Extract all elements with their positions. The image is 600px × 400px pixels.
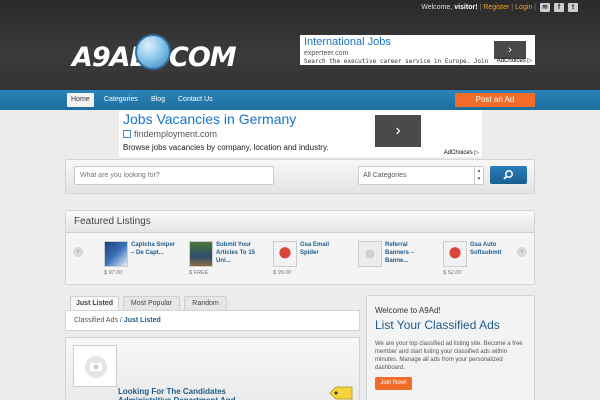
welcome-prefix: Welcome,: [421, 4, 453, 11]
search-icon: [503, 170, 513, 180]
listing-thumbnail[interactable]: [104, 241, 128, 267]
ad-title[interactable]: Jobs Vacancies in Germany: [123, 111, 296, 127]
nav-contact-us[interactable]: Contact Us: [174, 93, 217, 107]
middle-ad-banner[interactable]: Jobs Vacancies in Germany findemployment…: [119, 110, 482, 157]
listing-thumbnail[interactable]: [443, 241, 467, 267]
carousel-prev-icon[interactable]: ‹: [73, 247, 83, 257]
twitter-icon[interactable]: t: [568, 3, 578, 12]
featured-item[interactable]: Gsa Email Spider $ 99.00: [269, 241, 349, 286]
listing-title[interactable]: Looking For The Candidates Administritiv…: [118, 387, 278, 400]
listing-thumbnail[interactable]: [73, 345, 117, 387]
ad-arrow-button[interactable]: ›: [375, 115, 421, 147]
welcome-title: Welcome to A9Ad!: [375, 306, 441, 315]
welcome-description: We are your top classified ad listing si…: [375, 341, 523, 371]
welcome-box: Welcome to A9Ad! List Your Classified Ad…: [366, 295, 535, 400]
featured-item[interactable]: Captcha Sniper – De Capt... $ 97.00: [100, 241, 180, 286]
featured-listings: Featured Listings ‹ › Captcha Sniper – D…: [65, 210, 535, 285]
nav-categories[interactable]: Categories: [100, 93, 142, 107]
tab-just-listed[interactable]: Just Listed: [70, 296, 119, 310]
post-ad-button[interactable]: Post an Ad: [455, 93, 535, 107]
listing-thumbnail[interactable]: [358, 241, 382, 267]
listing-price: $ 52.00: [443, 270, 462, 276]
rss-icon[interactable]: ≋: [540, 3, 550, 12]
listing-title[interactable]: Submit Your Articles To 15 Uni...: [216, 241, 264, 265]
featured-item[interactable]: Gsa Auto Softsubmit $ 52.00: [439, 241, 519, 286]
listing-price: $ FREE: [189, 270, 209, 276]
welcome-bar: Welcome, visitor! | Register | Login |: [421, 4, 536, 11]
listing-title[interactable]: Referral Banners – Banne...: [385, 241, 433, 265]
featured-header: Featured Listings: [66, 211, 534, 233]
featured-heading: Featured Listings: [74, 216, 151, 227]
listing-title[interactable]: Captcha Sniper – De Capt...: [131, 241, 179, 257]
listing-title[interactable]: Gsa Auto Softsubmit: [470, 241, 518, 257]
featured-item[interactable]: Submit Your Articles To 15 Uni... $ FREE: [185, 241, 265, 286]
camera-placeholder-icon: [85, 356, 107, 378]
listing-price: $ 99.00: [273, 270, 292, 276]
search-input[interactable]: [74, 166, 274, 185]
nav-home[interactable]: Home: [67, 93, 94, 107]
main-nav: Home Categories Blog Contact Us Post an …: [0, 90, 600, 110]
top-ad-banner[interactable]: International Jobs experteer.com Search …: [300, 35, 535, 65]
register-link[interactable]: Register: [483, 4, 509, 11]
listing-thumbnail[interactable]: [189, 241, 213, 267]
adchoices-label[interactable]: AdChoices ▷: [497, 57, 532, 64]
separator: |: [511, 4, 514, 11]
site-header: Welcome, visitor! | Register | Login | ≋…: [0, 0, 600, 90]
separator: |: [479, 4, 482, 11]
ad-title[interactable]: International Jobs: [304, 36, 391, 48]
ad-domain: experteer.com: [304, 50, 349, 57]
logo-text-right: COM: [169, 42, 237, 73]
ad-domain: findemployment.com: [134, 129, 218, 139]
breadcrumb-current: Just Listed: [123, 317, 161, 324]
tab-random[interactable]: Random: [184, 296, 227, 310]
globe-icon: [135, 34, 171, 70]
nav-blog[interactable]: Blog: [147, 93, 169, 107]
tab-most-popular[interactable]: Most Popular: [123, 296, 180, 310]
search-button[interactable]: [490, 166, 527, 184]
join-now-button[interactable]: Join Now!: [375, 377, 412, 390]
breadcrumb-separator: /: [119, 317, 122, 324]
listing-thumbnail[interactable]: [273, 241, 297, 267]
breadcrumb-root[interactable]: Classified Ads: [74, 317, 118, 324]
price-tag-icon: [329, 386, 353, 400]
breadcrumb: Classified Ads / Just Listed: [65, 310, 360, 331]
listing-panel: Looking For The Candidates Administritiv…: [65, 337, 360, 400]
username: visitor!: [454, 4, 478, 11]
ad-snippet: Browse jobs vacancies by company, locati…: [123, 143, 329, 152]
adchoices-label[interactable]: AdChoices ▷: [444, 149, 479, 156]
search-bar: All Categories ▲▼: [65, 159, 535, 194]
facebook-icon[interactable]: f: [554, 3, 564, 12]
ad-snippet: Search the executive career service in E…: [304, 58, 489, 65]
listing-title[interactable]: Gsa Email Spider: [300, 241, 348, 257]
login-link[interactable]: Login: [515, 4, 532, 11]
featured-item[interactable]: Referral Banners – Banne...: [354, 241, 434, 286]
category-select-value: All Categories: [363, 172, 407, 179]
listing-price: $ 97.00: [104, 270, 123, 276]
select-arrows-icon: ▲ ▼: [474, 167, 483, 184]
category-select[interactable]: All Categories ▲ ▼: [358, 166, 484, 185]
separator: |: [534, 4, 536, 11]
site-logo[interactable]: A9AD COM: [72, 34, 237, 74]
favicon-icon: [123, 130, 131, 138]
welcome-headline: List Your Classified Ads: [375, 318, 500, 332]
